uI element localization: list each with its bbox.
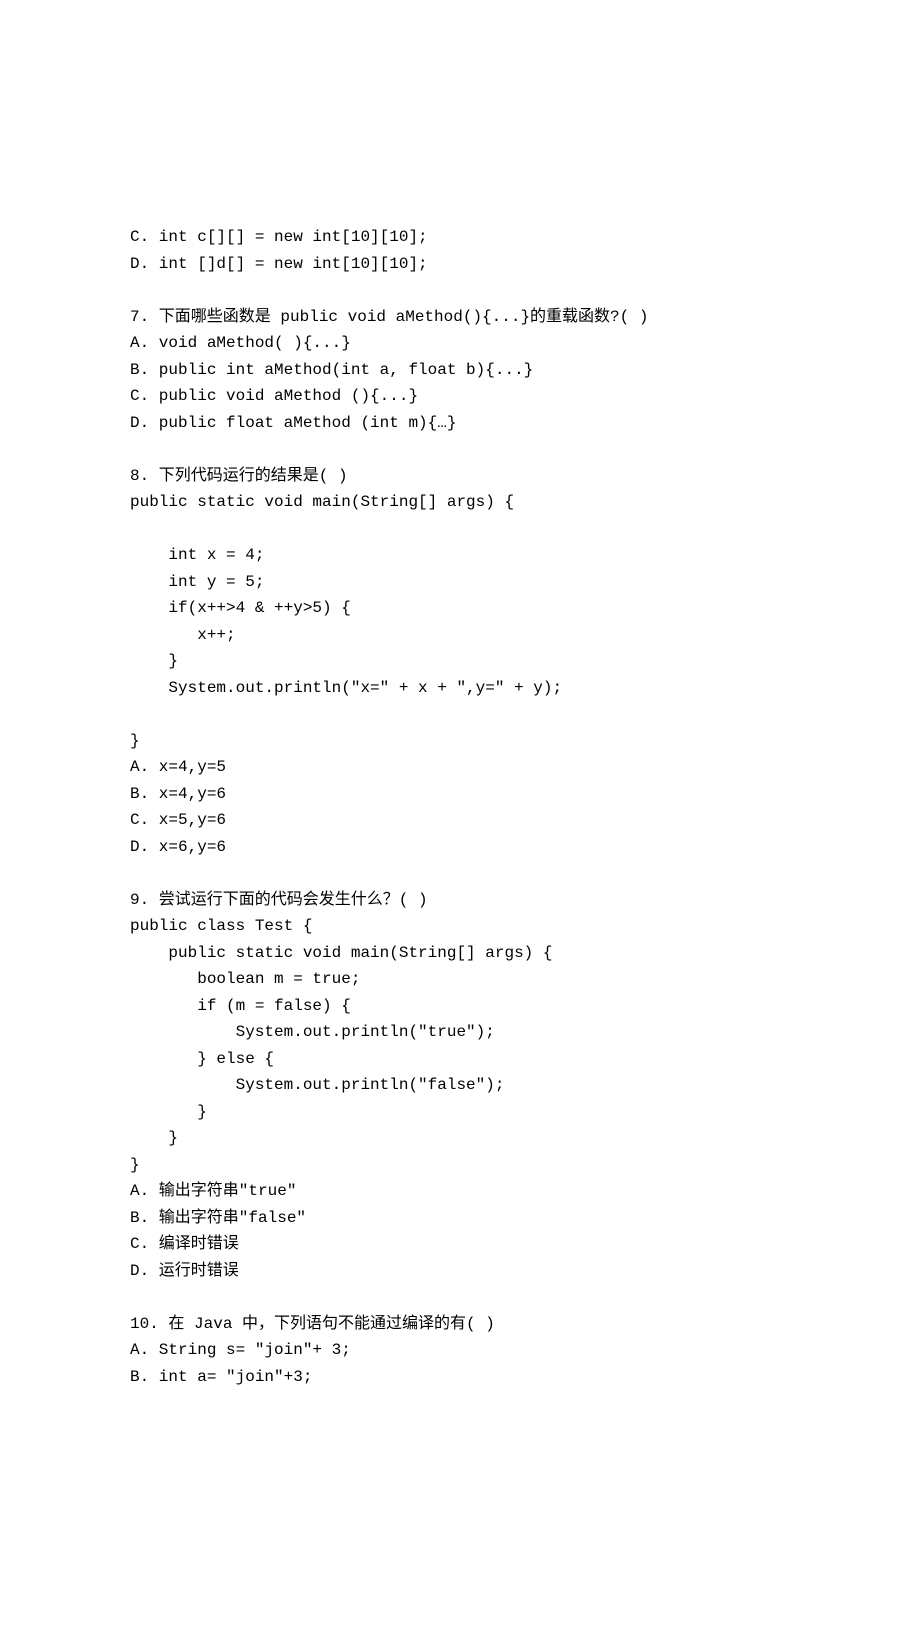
text-line: B. 输出字符串"false" (130, 1205, 790, 1232)
text-line: System.out.println("x=" + x + ",y=" + y)… (130, 675, 790, 702)
text-line (130, 701, 790, 728)
text-line: 10. 在 Java 中，下列语句不能通过编译的有( ) (130, 1311, 790, 1338)
text-line: D. 运行时错误 (130, 1258, 790, 1285)
text-line: C. public void aMethod (){...} (130, 383, 790, 410)
text-line: A. 输出字符串"true" (130, 1178, 790, 1205)
text-line: C. int c[][] = new int[10][10]; (130, 224, 790, 251)
text-line: C. x=5,y=6 (130, 807, 790, 834)
text-line: } (130, 1099, 790, 1126)
document-body: C. int c[][] = new int[10][10];D. int []… (130, 224, 790, 1390)
text-line: } (130, 1125, 790, 1152)
text-line: D. public float aMethod (int m){…} (130, 410, 790, 437)
text-line: int y = 5; (130, 569, 790, 596)
text-line: B. x=4,y=6 (130, 781, 790, 808)
text-line: C. 编译时错误 (130, 1231, 790, 1258)
text-line: A. x=4,y=5 (130, 754, 790, 781)
text-line: int x = 4; (130, 542, 790, 569)
text-line: D. int []d[] = new int[10][10]; (130, 251, 790, 278)
text-line: A. void aMethod( ){...} (130, 330, 790, 357)
text-line: x++; (130, 622, 790, 649)
text-line: public static void main(String[] args) { (130, 940, 790, 967)
text-line: boolean m = true; (130, 966, 790, 993)
text-line (130, 277, 790, 304)
text-line: System.out.println("false"); (130, 1072, 790, 1099)
text-line: if(x++>4 & ++y>5) { (130, 595, 790, 622)
text-line: 7. 下面哪些函数是 public void aMethod(){...}的重载… (130, 304, 790, 331)
text-line: if (m = false) { (130, 993, 790, 1020)
text-line: D. x=6,y=6 (130, 834, 790, 861)
text-line: public static void main(String[] args) { (130, 489, 790, 516)
text-line: 8. 下列代码运行的结果是( ) (130, 463, 790, 490)
text-line (130, 516, 790, 543)
text-line (130, 436, 790, 463)
text-line: } (130, 648, 790, 675)
text-line: B. int a= "join"+3; (130, 1364, 790, 1391)
text-line: public class Test { (130, 913, 790, 940)
text-line: } (130, 728, 790, 755)
text-line: 9. 尝试运行下面的代码会发生什么？( ) (130, 887, 790, 914)
text-line: } (130, 1152, 790, 1179)
text-line: B. public int aMethod(int a, float b){..… (130, 357, 790, 384)
text-line: } else { (130, 1046, 790, 1073)
text-line (130, 860, 790, 887)
text-line (130, 1284, 790, 1311)
text-line: A. String s= "join"+ 3; (130, 1337, 790, 1364)
text-line: System.out.println("true"); (130, 1019, 790, 1046)
